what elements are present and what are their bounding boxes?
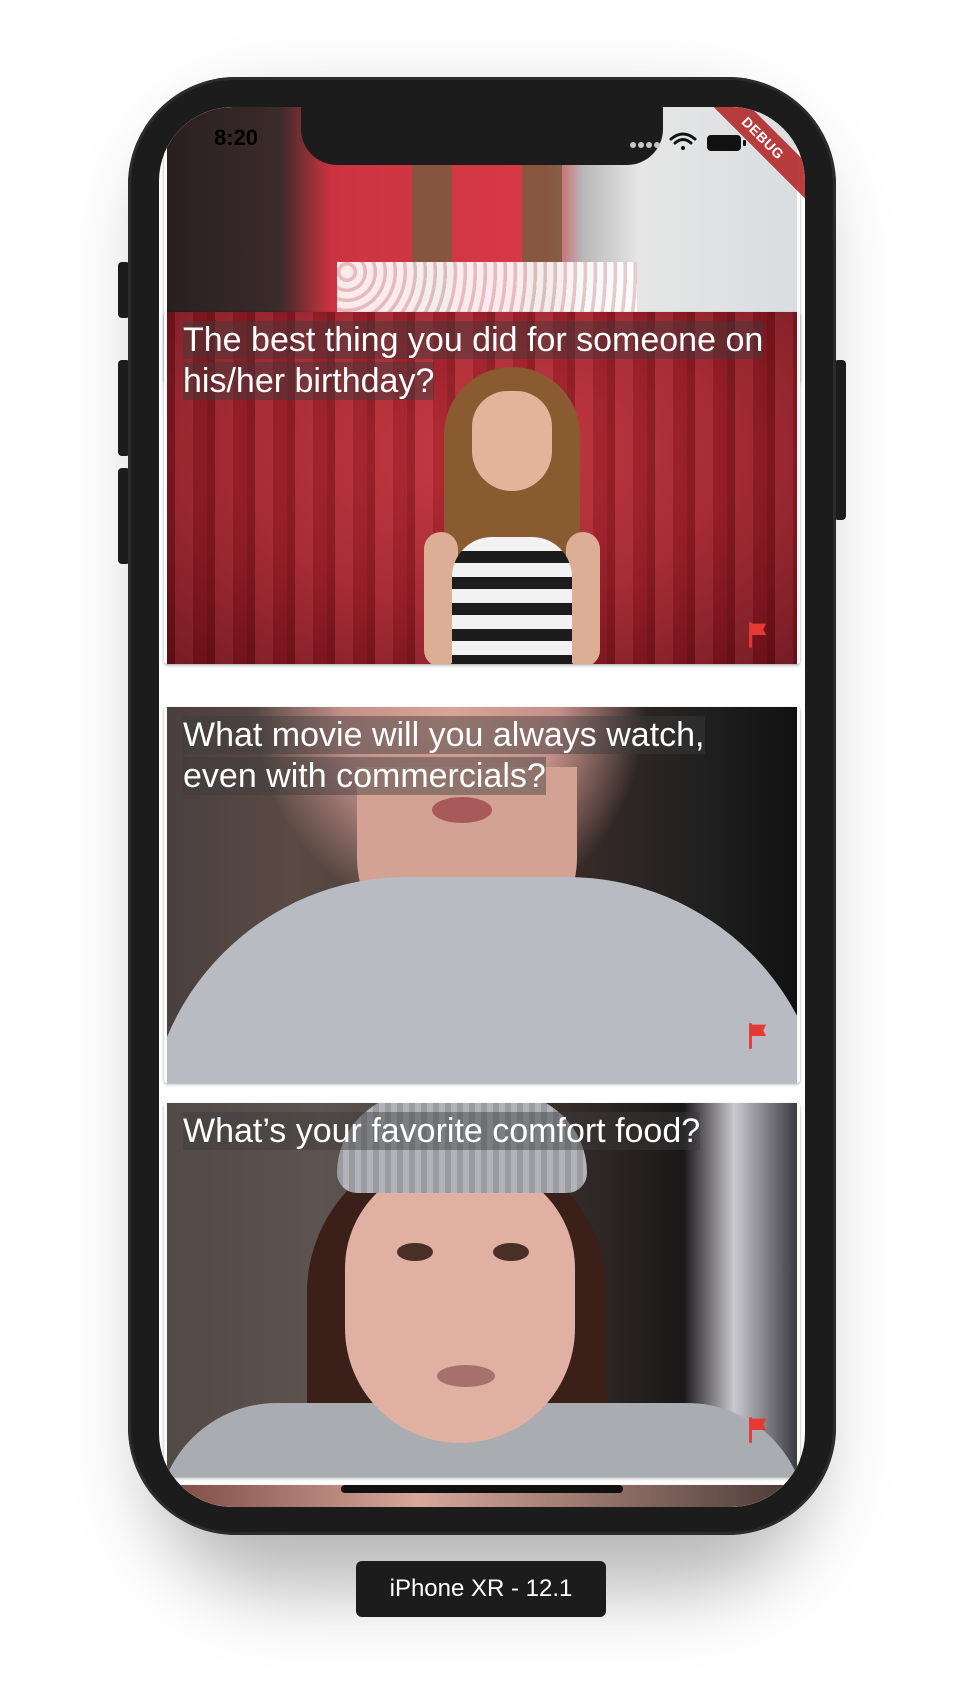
device-notch bbox=[301, 107, 663, 165]
speaker-figure bbox=[412, 367, 612, 664]
status-time: 8:20 bbox=[214, 125, 259, 150]
question-caption: The best thing you did for someone on hi… bbox=[183, 321, 764, 400]
simulator-device-label: iPhone XR - 12.1 bbox=[356, 1561, 606, 1617]
flag-icon[interactable] bbox=[741, 618, 777, 652]
thumbnail-detail bbox=[493, 1243, 529, 1261]
video-thumbnail[interactable]: What’s your favorite comfort food? bbox=[167, 1103, 797, 1477]
question-caption: What movie will you always watch, even w… bbox=[183, 716, 705, 795]
thumbnail-detail bbox=[167, 877, 797, 1083]
thumbnail-detail bbox=[432, 797, 492, 823]
wifi-icon bbox=[669, 132, 697, 150]
video-card[interactable]: The best thing you did for someone on hi… bbox=[164, 312, 800, 664]
flag-icon[interactable] bbox=[741, 1413, 777, 1447]
video-thumbnail[interactable]: The best thing you did for someone on hi… bbox=[167, 312, 797, 664]
video-thumbnail[interactable]: What movie will you always watch, even w… bbox=[167, 707, 797, 1083]
thumbnail-detail bbox=[397, 1243, 433, 1261]
app-screen[interactable]: The best thing you did for someone on hi… bbox=[159, 107, 805, 1507]
flag-icon[interactable] bbox=[741, 1019, 777, 1053]
video-card[interactable]: What’s your favorite comfort food? bbox=[164, 1103, 800, 1477]
video-card[interactable]: What movie will you always watch, even w… bbox=[164, 707, 800, 1083]
thumbnail-detail bbox=[345, 1163, 575, 1443]
battery-icon bbox=[707, 135, 746, 151]
status-icons bbox=[630, 132, 746, 151]
home-indicator[interactable] bbox=[341, 1485, 623, 1493]
question-feed[interactable]: The best thing you did for someone on hi… bbox=[159, 107, 805, 1507]
question-caption: What’s your favorite comfort food? bbox=[183, 1112, 701, 1150]
thumbnail-detail bbox=[437, 1365, 495, 1387]
signal-icon bbox=[630, 142, 660, 148]
